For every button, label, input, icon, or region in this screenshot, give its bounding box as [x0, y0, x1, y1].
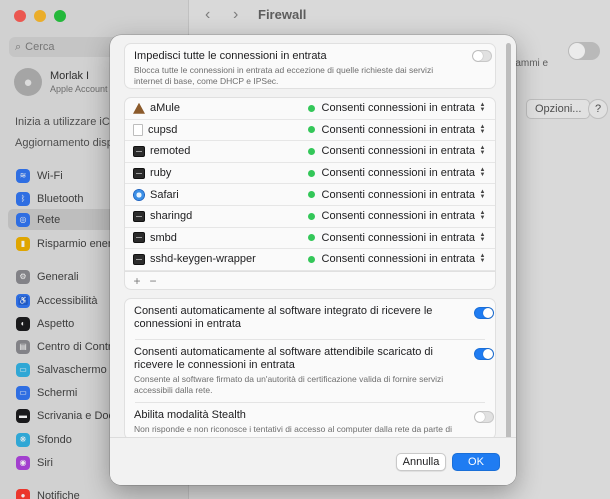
app-name: smbd — [150, 231, 177, 244]
block-all-description: Blocca tutte le connessioni in entrata a… — [134, 65, 434, 86]
allowed-status-dot-icon — [307, 191, 315, 199]
auto-signed-description: Consente al software firmato da un'autor… — [134, 374, 444, 395]
app-name: sshd-keygen-wrapper — [150, 253, 256, 266]
app-name: ruby — [150, 167, 172, 180]
auto-signed-toggle[interactable] — [474, 348, 494, 360]
connection-policy-select[interactable]: Consenti connessioni in entrata — [322, 232, 475, 244]
stealth-toggle[interactable] — [474, 411, 494, 423]
app-row[interactable]: ruby Consenti connessioni in entrata ▲ ▼ — [125, 163, 495, 185]
app-name: Safari — [150, 188, 179, 201]
list-footer: + − — [125, 271, 495, 289]
block-all-toggle[interactable] — [472, 50, 492, 62]
select-chevron-icon[interactable]: ▲ ▼ — [478, 167, 487, 180]
auto-builtin-toggle[interactable] — [474, 307, 494, 319]
sheet-scrollbar[interactable] — [506, 43, 511, 441]
app-row[interactable]: aMule Consenti connessioni in entrata ▲ ▼ — [125, 98, 495, 120]
auto-allow-card: Consenti automaticamente al software int… — [124, 298, 496, 437]
cancel-button[interactable]: Annulla — [396, 453, 446, 471]
add-icon[interactable]: + — [130, 274, 144, 288]
select-chevron-icon[interactable]: ▲ ▼ — [478, 123, 487, 136]
sheet-scroll-area[interactable]: Impedisci tutte le connessioni in entrat… — [110, 35, 516, 437]
app-row[interactable]: cupsd Consenti connessioni in entrata ▲ ▼ — [125, 120, 495, 142]
terminal-icon — [133, 232, 145, 244]
app-list-card: aMule Consenti connessioni in entrata ▲ ▼ cu… — [124, 97, 496, 290]
sheet-button-bar: Annulla OK — [110, 437, 516, 485]
stealth-description: Non risponde e non riconosce i tentativi… — [134, 424, 452, 437]
select-chevron-icon[interactable]: ▲ ▼ — [478, 210, 487, 223]
allowed-status-dot-icon — [307, 169, 315, 177]
connection-policy-select[interactable]: Consenti connessioni in entrata — [322, 210, 475, 222]
select-chevron-icon[interactable]: ▲ ▼ — [478, 102, 487, 115]
allowed-status-dot-icon — [307, 126, 315, 134]
select-chevron-icon[interactable]: ▲ ▼ — [478, 231, 487, 244]
stealth-title: Abilita modalità Stealth — [134, 409, 246, 421]
app-name: sharingd — [150, 210, 193, 223]
select-chevron-icon[interactable]: ▲ ▼ — [478, 188, 487, 201]
firewall-options-sheet: Impedisci tutte le connessioni in entrat… — [110, 35, 516, 485]
allowed-status-dot-icon — [307, 234, 315, 242]
app-name: cupsd — [148, 123, 178, 136]
amule-icon — [133, 102, 145, 114]
terminal-icon — [133, 210, 145, 222]
terminal-icon — [133, 167, 145, 179]
app-name: aMule — [150, 102, 180, 115]
connection-policy-select[interactable]: Consenti connessioni in entrata — [322, 167, 475, 179]
connection-policy-select[interactable]: Consenti connessioni in entrata — [322, 124, 475, 136]
ok-button[interactable]: OK — [452, 453, 500, 471]
app-row[interactable]: sshd-keygen-wrapper Consenti connessioni … — [125, 249, 495, 271]
select-chevron-icon[interactable]: ▲ ▼ — [478, 145, 487, 158]
auto-signed-title: Consenti automaticamente al software att… — [134, 346, 433, 371]
connection-policy-select[interactable]: Consenti connessioni in entrata — [322, 145, 475, 157]
allowed-status-dot-icon — [307, 147, 315, 155]
auto-builtin-title: Consenti automaticamente al software int… — [134, 305, 433, 330]
allowed-status-dot-icon — [307, 255, 315, 263]
connection-policy-select[interactable]: Consenti connessioni in entrata — [322, 189, 475, 201]
block-all-card: Impedisci tutte le connessioni in entrat… — [124, 43, 496, 89]
app-row[interactable]: sharingd Consenti connessioni in entrata ▲… — [125, 206, 495, 228]
safari-icon — [133, 188, 145, 201]
block-all-title: Impedisci tutte le connessioni in entrat… — [134, 50, 327, 62]
allowed-status-dot-icon — [307, 212, 315, 220]
connection-policy-select[interactable]: Consenti connessioni in entrata — [322, 253, 475, 265]
app-name: remoted — [150, 145, 191, 158]
divider — [135, 402, 485, 403]
app-row[interactable]: smbd Consenti connessioni in entrata ▲ ▼ — [125, 228, 495, 250]
connection-policy-select[interactable]: Consenti connessioni in entrata — [322, 102, 475, 114]
terminal-icon — [133, 253, 145, 265]
app-row[interactable]: remoted Consenti connessioni in entrata ▲ ▼ — [125, 141, 495, 163]
app-row[interactable]: Safari Consenti connessioni in entrata ▲ ▼ — [125, 184, 495, 206]
terminal-icon — [133, 145, 145, 157]
select-chevron-icon[interactable]: ▲ ▼ — [478, 253, 487, 266]
document-icon — [133, 123, 143, 136]
remove-icon[interactable]: − — [146, 274, 160, 288]
allowed-status-dot-icon — [307, 104, 315, 112]
divider — [135, 339, 485, 340]
